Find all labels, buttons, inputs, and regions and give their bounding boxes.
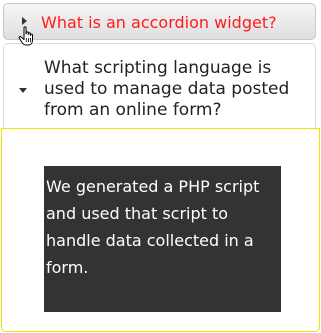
hand-pointer-cursor-icon xyxy=(18,26,33,46)
triangle-down-icon xyxy=(19,88,27,93)
accordion-header-accordion-widget[interactable]: What is an accordion widget? xyxy=(3,3,316,40)
triangle-right-icon xyxy=(22,17,27,25)
answer-text: We generated a PHP script and used that … xyxy=(46,177,260,277)
answer-content-box: We generated a PHP script and used that … xyxy=(44,166,281,312)
accordion-header-scripting-language[interactable]: What scripting language is used to manag… xyxy=(3,43,316,129)
accordion: What is an accordion widget? What script… xyxy=(0,0,321,333)
accordion-header-label: What is an accordion widget? xyxy=(41,13,277,32)
accordion-panel: We generated a PHP script and used that … xyxy=(1,128,320,332)
accordion-header-label: What scripting language is used to manag… xyxy=(44,58,290,120)
